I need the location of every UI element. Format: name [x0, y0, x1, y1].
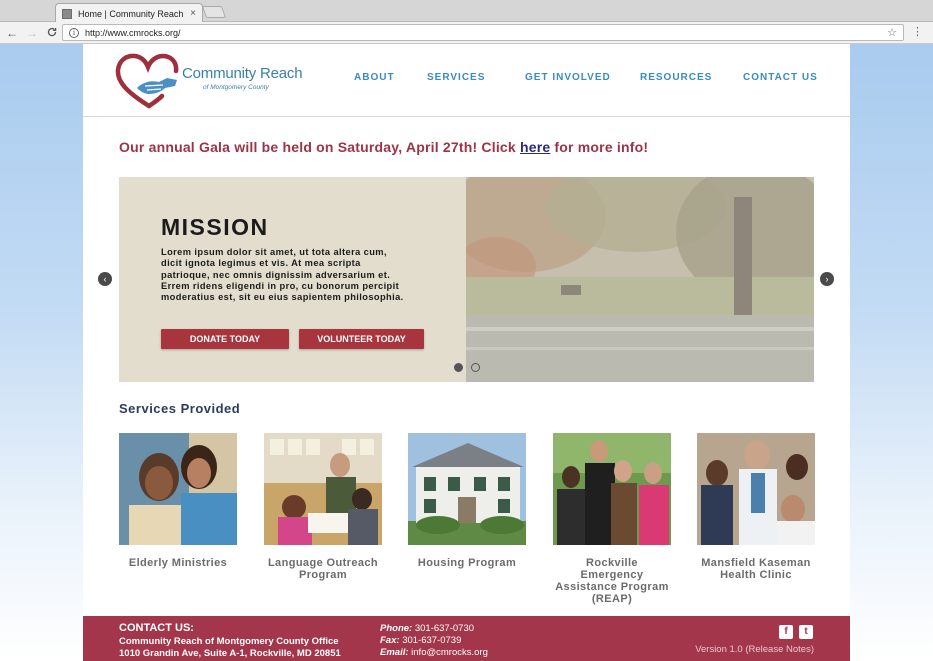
carousel-prev-arrow-icon[interactable]: ‹	[98, 272, 112, 286]
footer-phone: Phone: 301-637-0730	[380, 623, 474, 634]
browser-tab-active[interactable]: Home | Community Reach of ×	[55, 3, 203, 23]
mission-text: Lorem ipsum dolor sit amet, ut tota alte…	[161, 247, 404, 303]
tab-close-icon[interactable]: ×	[190, 8, 196, 19]
carousel-pagination	[454, 363, 484, 373]
volunteer-today-button[interactable]: VOLUNTEER TODAY	[299, 329, 424, 349]
footer-address: 1010 Grandin Ave, Suite A-1, Rockville, …	[119, 648, 341, 659]
site-container: Community Reach of Montgomery County ABO…	[83, 44, 850, 661]
gala-info-link[interactable]: here	[520, 139, 550, 155]
service-label: Language Outreach Program	[267, 557, 379, 581]
footer-phone-label: Phone:	[380, 623, 413, 634]
carousel-next-arrow-icon[interactable]: ›	[820, 272, 834, 286]
footer-fax-label: Fax:	[380, 635, 400, 646]
browser-tabstrip: Home | Community Reach of ×	[0, 0, 933, 23]
service-card-housing-program[interactable]: Housing Program	[408, 433, 526, 569]
reload-icon[interactable]	[44, 26, 60, 40]
twitter-icon[interactable]: t	[799, 625, 813, 639]
tab-title: Home | Community Reach of	[78, 8, 187, 19]
carousel-dot-1[interactable]	[454, 363, 463, 372]
service-image-housing	[408, 433, 526, 545]
service-image-language	[264, 433, 382, 545]
address-bar[interactable]: i http://www.cmrocks.org/ ☆	[62, 24, 904, 41]
mission-panel: MISSION Lorem ipsum dolor sit amet, ut t…	[119, 177, 466, 382]
main-nav: ABOUT SERVICES GET INVOLVED RESOURCES CO…	[83, 72, 850, 86]
url-text[interactable]: http://www.cmrocks.org/	[85, 28, 887, 38]
browser-menu-icon[interactable]: ⋮	[912, 26, 923, 38]
browser-toolbar: ← → i http://www.cmrocks.org/ ☆ ⋮	[0, 22, 933, 44]
nav-get-involved[interactable]: GET INVOLVED	[525, 72, 611, 83]
footer-fax: Fax: 301-637-0739	[380, 635, 461, 646]
service-card-reap[interactable]: Rockville Emergency Assistance Program (…	[553, 433, 671, 605]
gala-text-before: Our annual Gala will be held on Saturday…	[119, 139, 520, 155]
service-label: Housing Program	[417, 557, 517, 569]
service-card-elderly-ministries[interactable]: Elderly Ministries	[119, 433, 237, 569]
service-image-clinic	[697, 433, 815, 545]
footer-fax-value: 301-637-0739	[402, 635, 462, 646]
bookmark-star-icon[interactable]: ☆	[887, 26, 897, 39]
donate-today-button[interactable]: DONATE TODAY	[161, 329, 289, 349]
site-info-icon[interactable]: i	[69, 27, 79, 38]
page-viewport: Community Reach of Montgomery County ABO…	[0, 44, 933, 661]
mission-title: MISSION	[161, 214, 269, 240]
footer-org-name: Community Reach of Montgomery County Off…	[119, 636, 339, 647]
footer-email: Email: info@cmrocks.org	[380, 647, 488, 658]
nav-about[interactable]: ABOUT	[354, 72, 395, 83]
site-footer: CONTACT US: Community Reach of Montgomer…	[83, 616, 850, 661]
service-image-reap	[553, 433, 671, 545]
footer-phone-value[interactable]: 301-637-0730	[415, 623, 474, 634]
footer-contact-title: CONTACT US:	[119, 622, 194, 634]
gala-text-after: for more info!	[550, 139, 649, 155]
new-tab-button[interactable]	[201, 6, 227, 18]
nav-services[interactable]: SERVICES	[427, 72, 485, 83]
service-label: Mansfield Kaseman Health Clinic	[701, 557, 811, 581]
carousel-park-photo	[466, 177, 814, 382]
facebook-icon[interactable]: f	[779, 625, 793, 639]
service-label: Rockville Emergency Assistance Program (…	[555, 557, 669, 605]
favicon-icon	[62, 8, 72, 19]
carousel-dot-2[interactable]	[471, 363, 480, 372]
forward-arrow-icon[interactable]: →	[24, 26, 40, 40]
site-header: Community Reach of Montgomery County ABO…	[83, 44, 850, 117]
footer-email-value[interactable]: info@cmrocks.org	[411, 647, 488, 658]
service-image-elderly	[119, 433, 237, 545]
footer-email-label: Email:	[380, 647, 409, 658]
services-heading: Services Provided	[119, 401, 241, 416]
back-arrow-icon[interactable]: ←	[4, 26, 20, 40]
service-card-health-clinic[interactable]: Mansfield Kaseman Health Clinic	[697, 433, 815, 581]
service-label: Elderly Ministries	[128, 557, 228, 569]
nav-contact-us[interactable]: CONTACT US	[743, 72, 818, 83]
gala-announcement: Our annual Gala will be held on Saturday…	[119, 139, 648, 155]
footer-version[interactable]: Version 1.0 (Release Notes)	[695, 644, 814, 655]
nav-resources[interactable]: RESOURCES	[640, 72, 712, 83]
hero-carousel: MISSION Lorem ipsum dolor sit amet, ut t…	[119, 177, 814, 382]
service-card-language-outreach[interactable]: Language Outreach Program	[264, 433, 382, 581]
